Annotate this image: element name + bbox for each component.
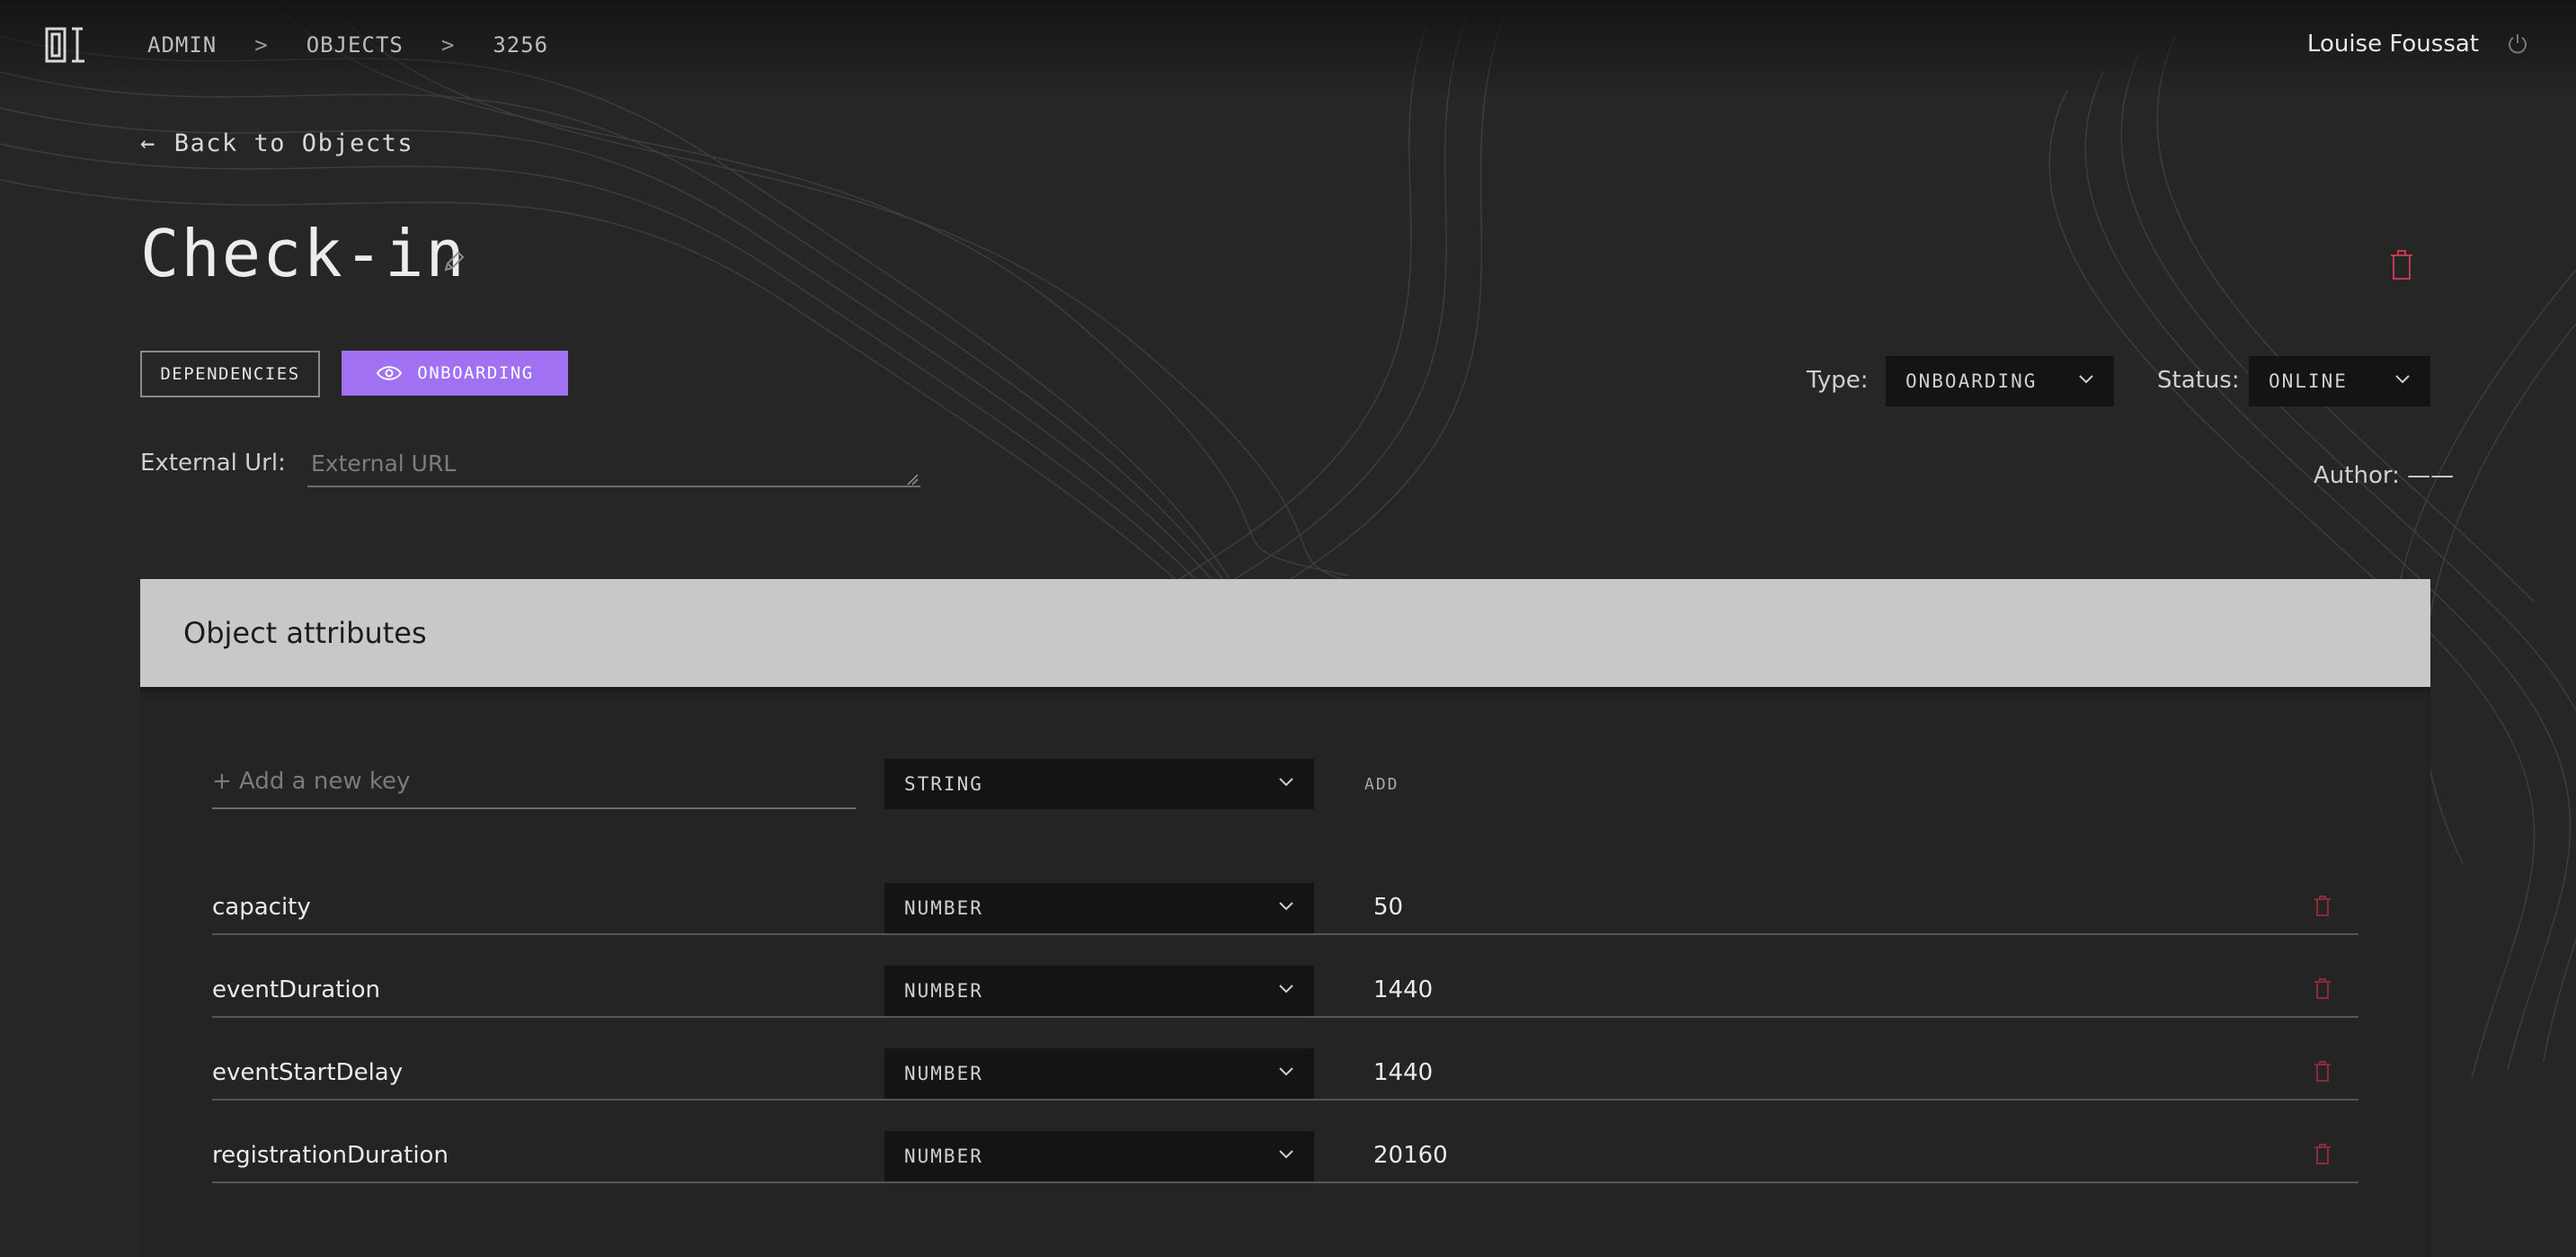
new-key-type-value: STRING xyxy=(904,773,983,795)
back-link-label: Back to Objects xyxy=(173,129,414,157)
chevron-down-icon xyxy=(2079,375,2093,384)
breadcrumb-admin[interactable]: ADMIN xyxy=(147,32,217,58)
attribute-type-select[interactable]: NUMBER xyxy=(884,883,1314,933)
breadcrumb: ADMIN > OBJECTS > 3256 xyxy=(147,32,548,58)
breadcrumb-objects[interactable]: OBJECTS xyxy=(306,32,404,58)
chevron-down-icon xyxy=(2395,375,2410,384)
object-attributes-header: Object attributes xyxy=(140,579,2430,687)
dependencies-button[interactable]: DEPENDENCIES xyxy=(140,351,320,397)
chevron-down-icon xyxy=(1279,902,1293,911)
object-attributes-title: Object attributes xyxy=(183,616,427,650)
add-key-button[interactable]: ADD xyxy=(1364,775,1399,794)
attribute-key[interactable]: eventStartDelay xyxy=(212,1059,403,1086)
chevron-down-icon xyxy=(1279,1067,1293,1076)
status-select[interactable]: ONLINE xyxy=(2249,356,2430,406)
attribute-type-value: NUMBER xyxy=(904,1063,983,1084)
author-info: Author: —— xyxy=(2314,462,2454,489)
eye-icon xyxy=(377,366,403,380)
status-select-value: ONLINE xyxy=(2269,370,2348,392)
new-key-input[interactable] xyxy=(212,755,856,809)
resize-handle-icon[interactable] xyxy=(906,473,919,486)
breadcrumb-separator: > xyxy=(440,32,456,58)
user-name[interactable]: Louise Foussat xyxy=(2307,31,2479,58)
chevron-down-icon xyxy=(1279,778,1293,787)
chevron-down-icon xyxy=(1279,1150,1293,1159)
type-select-value: ONBOARDING xyxy=(1905,370,2038,392)
onboarding-preview-button[interactable]: ONBOARDING xyxy=(342,351,568,396)
external-url-label: External Url: xyxy=(140,450,286,477)
attribute-type-select[interactable]: NUMBER xyxy=(884,966,1314,1016)
trash-icon[interactable] xyxy=(2314,1061,2332,1083)
attribute-type-select[interactable]: NUMBER xyxy=(884,1048,1314,1099)
pencil-icon[interactable] xyxy=(440,248,467,275)
attribute-value[interactable]: 50 xyxy=(1373,894,1403,921)
attribute-value[interactable]: 1440 xyxy=(1373,976,1433,1003)
attribute-key[interactable]: registrationDuration xyxy=(212,1142,449,1169)
attribute-type-value: NUMBER xyxy=(904,1146,983,1167)
breadcrumb-separator: > xyxy=(254,32,269,58)
attribute-key[interactable]: eventDuration xyxy=(212,976,380,1003)
logo-icon[interactable] xyxy=(43,23,88,67)
attribute-type-value: NUMBER xyxy=(904,897,983,919)
arrow-left-icon: ← xyxy=(140,129,156,157)
row-divider xyxy=(212,1016,2358,1018)
row-divider xyxy=(212,1099,2358,1101)
row-divider xyxy=(212,1181,2358,1183)
onboarding-button-label: ONBOARDING xyxy=(417,363,534,383)
trash-icon[interactable] xyxy=(2314,978,2332,1000)
delete-object-trash-icon[interactable] xyxy=(2389,250,2414,281)
author-value: —— xyxy=(2407,462,2455,489)
new-key-type-select[interactable]: STRING xyxy=(884,759,1314,809)
attribute-type-value: NUMBER xyxy=(904,980,983,1002)
trash-icon[interactable] xyxy=(2314,896,2332,917)
page-title: Check-in xyxy=(140,216,466,291)
row-divider xyxy=(212,933,2358,935)
chevron-down-icon xyxy=(1279,985,1293,994)
attribute-key[interactable]: capacity xyxy=(212,894,311,921)
trash-icon[interactable] xyxy=(2314,1144,2332,1165)
top-bar: ADMIN > OBJECTS > 3256 Louise Foussat xyxy=(0,0,2576,99)
type-label: Type: xyxy=(1807,367,1869,394)
breadcrumb-current: 3256 xyxy=(493,32,549,58)
attribute-value[interactable]: 1440 xyxy=(1373,1059,1433,1086)
status-label: Status: xyxy=(2157,367,2240,394)
external-url-field[interactable] xyxy=(307,441,920,487)
author-label: Author: xyxy=(2314,462,2400,489)
back-to-objects-link[interactable]: ← Back to Objects xyxy=(140,129,413,157)
power-icon[interactable] xyxy=(2506,32,2529,56)
attribute-type-select[interactable]: NUMBER xyxy=(884,1131,1314,1181)
type-select[interactable]: ONBOARDING xyxy=(1886,356,2114,406)
attribute-value[interactable]: 20160 xyxy=(1373,1142,1448,1169)
